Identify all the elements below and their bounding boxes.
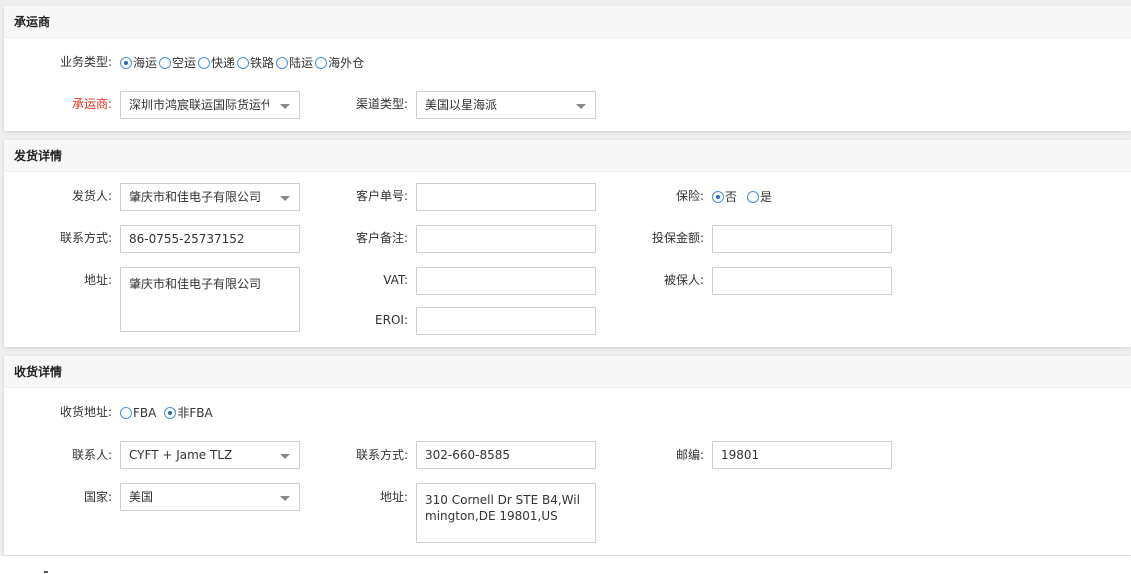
consignee-address-textarea[interactable]: 310 Cornell Dr STE B4,Wilmington,DE 1980… (416, 483, 596, 543)
radio-label: 快递 (211, 56, 236, 70)
eori-label: EROI: (375, 313, 408, 327)
insurance-radio-group: 否 是 (712, 188, 774, 205)
radio-insurance-no[interactable]: 否 (712, 188, 737, 205)
customer-no-label: 客户单号: (355, 189, 408, 203)
eori-input[interactable] (416, 307, 596, 335)
radio-dot-icon (315, 56, 328, 69)
customer-no-input[interactable] (416, 183, 596, 211)
radio-insurance-yes[interactable]: 是 (747, 188, 772, 205)
consignee-phone-label: 联系方式: (355, 448, 408, 462)
channel-type-select[interactable]: 美国以星海派 (416, 91, 596, 119)
country-label: 国家: (83, 490, 112, 504)
radio-dot-icon (120, 406, 132, 419)
insured-person-label: 被保人: (663, 273, 704, 287)
consignee-phone-input[interactable]: 302-660-8585 (416, 441, 596, 469)
vat-input[interactable] (416, 267, 596, 295)
business-type-label: 业务类型: (59, 55, 112, 69)
country-select[interactable]: 美国 (120, 483, 300, 511)
contact-person-select-value: CYFT + Jame TLZ (129, 448, 233, 462)
chevron-down-icon (280, 196, 290, 201)
radio-label: 是 (760, 190, 773, 204)
shipper-select[interactable]: 肇庆市和佳电子有限公司 (120, 183, 300, 211)
address-type-radio-group: FBA 非FBA (120, 404, 215, 421)
chevron-down-icon (280, 496, 290, 501)
radio-label: 铁路 (250, 56, 275, 70)
radio-dot-icon (747, 190, 760, 203)
radio-dot-icon (159, 56, 172, 69)
customer-remark-label: 客户备注: (355, 231, 408, 245)
radio-dot-icon (198, 56, 211, 69)
radio-business-type-rail[interactable]: 铁路 (237, 54, 274, 71)
radio-dot-icon (120, 56, 132, 69)
shipper-contact-label: 联系方式: (59, 231, 112, 245)
consignee-section: 收货详情 收货地址: FBA 非FBA 联系人: CYFT + Jame TLZ… (4, 356, 1131, 555)
shipper-section: 发货详情 发货人: 肇庆市和佳电子有限公司 客户单号: 保险: 否 是 联系方式… (4, 140, 1131, 347)
radio-label: 非FBA (177, 406, 213, 420)
channel-type-label: 渠道类型: (355, 97, 408, 111)
shipper-label: 发货人: (71, 189, 112, 203)
chevron-down-icon (280, 104, 290, 109)
business-type-radio-group: 海运 空运 快递 铁路 陆运 海外仓 (120, 54, 366, 71)
zip-input[interactable]: 19801 (712, 441, 892, 469)
country-select-value: 美国 (129, 490, 154, 504)
insured-amount-input[interactable] (712, 225, 892, 253)
insured-person-input[interactable] (712, 267, 892, 295)
contact-person-select[interactable]: CYFT + Jame TLZ (120, 441, 300, 469)
divider (44, 571, 48, 573)
zip-label: 邮编: (675, 448, 704, 462)
radio-label: FBA (133, 405, 157, 420)
radio-dot-icon (712, 190, 724, 203)
shipper-address-textarea[interactable]: 肇庆市和佳电子有限公司 (120, 267, 300, 332)
customer-remark-input[interactable] (416, 225, 596, 253)
radio-label: 空运 (172, 56, 197, 70)
chevron-down-icon (576, 104, 586, 109)
radio-label: 否 (725, 190, 738, 204)
radio-business-type-overseas-warehouse[interactable]: 海外仓 (315, 54, 364, 71)
radio-address-type-fba[interactable]: FBA (120, 406, 156, 420)
carrier-select[interactable]: 深圳市鸿宸联运国际货运代 (120, 91, 300, 119)
contact-person-label: 联系人: (71, 448, 112, 462)
radio-dot-icon (164, 406, 177, 419)
radio-business-type-express[interactable]: 快递 (198, 54, 235, 71)
vat-label: VAT: (383, 273, 408, 287)
radio-label: 海外仓 (328, 56, 365, 70)
radio-business-type-air[interactable]: 空运 (159, 54, 196, 71)
next-section-edge (0, 556, 1131, 574)
section-title-consignee: 收货详情 (4, 356, 1131, 388)
radio-business-type-sea[interactable]: 海运 (120, 54, 157, 71)
insured-amount-label: 投保金额: (651, 231, 704, 245)
consignee-address-label: 地址: (379, 490, 408, 504)
carrier-label: 承运商: (71, 97, 112, 111)
channel-type-select-value: 美国以星海派 (425, 98, 498, 112)
radio-dot-icon (276, 56, 289, 69)
chevron-down-icon (280, 454, 290, 459)
carrier-select-value: 深圳市鸿宸联运国际货运代 (129, 98, 269, 112)
shipper-select-value: 肇庆市和佳电子有限公司 (129, 190, 262, 204)
carrier-section: 承运商 业务类型: 海运 空运 快递 铁路 陆运 海外仓 承运商: 深圳市鸿宸联… (4, 6, 1131, 131)
radio-address-type-non-fba[interactable]: 非FBA (164, 404, 213, 421)
radio-dot-icon (237, 56, 250, 69)
shipper-address-label: 地址: (83, 273, 112, 287)
radio-business-type-land[interactable]: 陆运 (276, 54, 313, 71)
shipper-contact-input[interactable]: 86-0755-25737152 (120, 225, 300, 253)
insurance-label: 保险: (675, 189, 704, 203)
radio-label: 陆运 (289, 56, 314, 70)
address-type-label: 收货地址: (59, 405, 112, 419)
section-title-carrier: 承运商 (4, 6, 1131, 38)
radio-label: 海运 (133, 56, 158, 70)
section-title-shipper: 发货详情 (4, 140, 1131, 172)
